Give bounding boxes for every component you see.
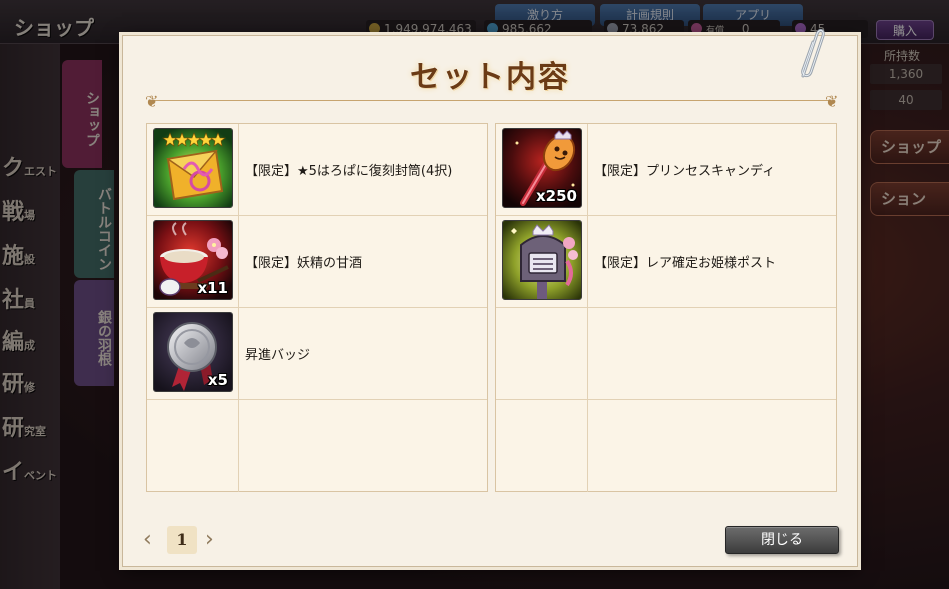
empty-item-row (147, 400, 487, 492)
princess-post-icon (502, 220, 582, 300)
empty-item-row (496, 308, 836, 400)
item-row[interactable]: x5 昇進バッジ (147, 308, 487, 400)
title-divider (151, 100, 831, 101)
envelope-icon (153, 128, 233, 208)
item-quantity: x5 (207, 371, 228, 389)
item-name: 【限定】妖精の甘酒 (245, 256, 363, 271)
item-row[interactable]: x11 【限定】妖精の甘酒 (147, 216, 487, 308)
promotion-badge-icon: x5 (153, 312, 233, 392)
item-row[interactable]: x250 【限定】プリンセスキャンディ (496, 124, 836, 216)
amazake-cup-icon: x11 (153, 220, 233, 300)
item-quantity: x250 (536, 187, 577, 205)
items-panel-right: x250 【限定】プリンセスキャンディ 【限定】レア確定お姫様ポスト (495, 123, 837, 492)
dialog-title: セット内容 (410, 60, 570, 95)
item-quantity: x11 (197, 279, 228, 297)
ornament-icon: ❦ (825, 92, 839, 111)
next-page-icon[interactable]: › (205, 529, 214, 551)
current-page: 1 (167, 526, 197, 554)
prev-page-icon[interactable]: ‹ (143, 529, 152, 551)
items-panel-left: 【限定】★5はろぱに復刻封筒(4択) x11 【限定】妖精の甘酒 x5 昇進バッ… (146, 123, 488, 492)
candy-icon: x250 (502, 128, 582, 208)
set-contents-dialog: セット内容 ❦ ❦ 【限定】★5はろぱに復刻封筒(4択) x11 【限定】妖精の… (122, 28, 858, 567)
empty-item-row (496, 400, 836, 492)
item-name: 【限定】プリンセスキャンディ (594, 164, 776, 179)
item-name: 【限定】レア確定お姫様ポスト (594, 256, 777, 271)
ornament-icon: ❦ (145, 92, 159, 111)
item-row[interactable]: 【限定】★5はろぱに復刻封筒(4択) (147, 124, 487, 216)
item-name: 昇進バッジ (245, 348, 311, 363)
close-button[interactable]: 閉じる (725, 526, 839, 554)
item-row[interactable]: 【限定】レア確定お姫様ポスト (496, 216, 836, 308)
paperclip-icon (801, 28, 825, 78)
item-name: 【限定】★5はろぱに復刻封筒(4択) (245, 164, 453, 179)
